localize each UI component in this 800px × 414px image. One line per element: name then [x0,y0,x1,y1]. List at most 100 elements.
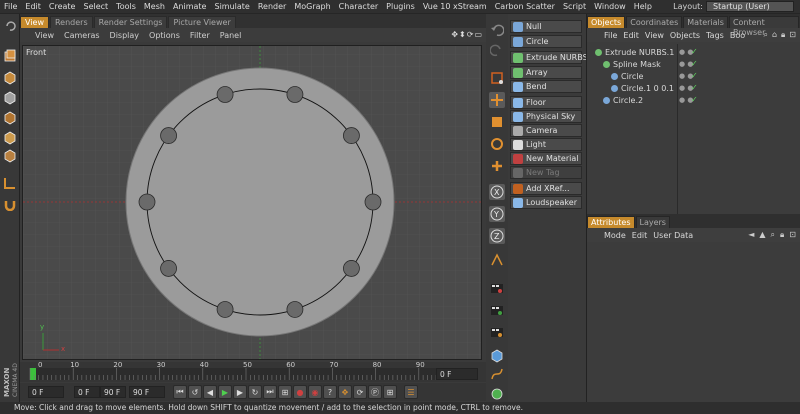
palette-item-new-tag[interactable]: New Tag [510,166,582,179]
move-view-icon[interactable]: ✥ [451,30,458,39]
om-menu-view[interactable]: View [642,31,667,40]
tree-row[interactable]: Circle.1 0 0.1 ● ● ✓ [587,83,800,94]
edges-mode-icon[interactable] [2,148,18,164]
om-search-icon[interactable]: ⌕ [763,30,767,40]
am-lock-icon[interactable]: 🔒︎ [780,230,784,240]
undo-action-icon[interactable] [489,22,505,38]
enabled-check-icon[interactable]: ✓ [691,47,698,56]
tab-renders[interactable]: Renders [49,16,93,28]
move-tool-icon[interactable] [489,92,505,108]
timeline[interactable]: 0 10 20 30 40 50 60 70 80 90 0 F [20,362,486,382]
vp-menu-display[interactable]: Display [105,31,145,40]
recent-tool-icon[interactable] [489,158,505,174]
enabled-check-icon[interactable]: ✓ [691,95,698,104]
prev-key-icon[interactable]: ↺ [188,385,202,399]
palette-item-camera[interactable]: Camera [510,124,582,137]
key-param-icon[interactable]: Ⓟ [368,385,382,399]
cube-object-icon[interactable] [489,348,505,364]
current-frame-field[interactable]: 0 F [436,368,478,380]
play-icon[interactable]: ▶ [218,385,232,399]
om-menu-file[interactable]: File [601,31,620,40]
am-menu-user-data[interactable]: User Data [650,231,696,240]
am-up-icon[interactable]: ▲ [759,230,765,240]
tab-content-browser[interactable]: Content Browser [728,16,799,37]
am-search-icon[interactable]: ⌕ [771,230,775,240]
menu-simulate[interactable]: Simulate [210,2,253,11]
palette-item-floor[interactable]: Floor [510,96,582,109]
am-menu-mode[interactable]: Mode [601,231,629,240]
om-menu-tags[interactable]: Tags [703,31,727,40]
timeline-window-icon[interactable]: ☰ [404,385,418,399]
key-position-icon[interactable]: ✥ [338,385,352,399]
toggle-view-icon[interactable]: ▭ [474,30,482,39]
tree-row[interactable]: Extrude NURBS.1 ● ● ✓ [587,47,800,58]
world-coordinates-icon[interactable] [489,252,505,268]
tab-coordinates[interactable]: Coordinates [626,16,683,28]
palette-item-new-material[interactable]: New Material [510,152,582,165]
vp-menu-options[interactable]: Options [144,31,185,40]
autokey-icon[interactable]: ◉ [308,385,322,399]
record-icon[interactable]: ● [293,385,307,399]
palette-item-null[interactable]: Null [510,20,582,33]
tree-row[interactable]: Spline Mask ● ● ✓ [587,59,800,70]
prev-frame-icon[interactable]: ◀ [203,385,217,399]
redo-action-icon[interactable] [489,42,505,58]
tab-objects[interactable]: Objects [587,16,626,28]
undo-icon[interactable] [2,18,18,34]
snap-icon[interactable] [2,196,18,212]
palette-item-extrude-nurbs[interactable]: Extrude NURBS [510,51,588,64]
enabled-check-icon[interactable]: ✓ [691,59,698,68]
live-selection-icon[interactable] [489,70,505,86]
layout-dropdown[interactable]: Startup (User) [706,1,794,12]
workplane-icon[interactable] [2,175,18,191]
axis-mode-icon[interactable] [2,110,18,126]
y-axis-lock-icon[interactable]: Y [489,206,505,222]
menu-script[interactable]: Script [559,2,590,11]
tree-row[interactable]: Circle.2 ● ● ✓ [587,95,800,106]
x-axis-lock-icon[interactable]: X [489,184,505,200]
loop-icon[interactable]: ⊞ [278,385,292,399]
rotate-tool-icon[interactable] [489,136,505,152]
menu-select[interactable]: Select [79,2,112,11]
menu-help[interactable]: Help [630,2,656,11]
om-menu-bookmarks[interactable]: Boo [727,31,748,40]
om-new-icon[interactable]: ⊡ [789,30,796,40]
range-min-field[interactable]: 0 F [74,386,100,398]
texture-mode-icon[interactable] [2,90,18,106]
menu-mograph[interactable]: MoGraph [290,2,334,11]
keyframe-selection-icon[interactable]: ? [323,385,337,399]
rotate-view-icon[interactable]: ⟳ [467,30,474,39]
om-menu-edit[interactable]: Edit [620,31,642,40]
menu-plugins[interactable]: Plugins [382,2,419,11]
render-picture-viewer-icon[interactable] [489,302,505,318]
tab-render-settings[interactable]: Render Settings [93,16,168,28]
am-menu-edit[interactable]: Edit [629,231,651,240]
palette-item-circle[interactable]: Circle [510,35,582,48]
nurbs-object-icon[interactable] [489,386,505,402]
make-editable-icon[interactable] [2,48,18,64]
om-lock-icon[interactable]: 🔒︎ [781,30,785,40]
next-frame-icon[interactable]: ▶ [233,385,247,399]
menu-vue-xstream[interactable]: Vue 10 xStream [419,2,491,11]
key-rotation-icon[interactable]: ⟳ [353,385,367,399]
tab-view[interactable]: View [20,16,49,28]
tree-row[interactable]: Circle ● ● ✓ [587,71,800,82]
vp-menu-view[interactable]: View [30,31,59,40]
vp-menu-cameras[interactable]: Cameras [59,31,105,40]
tab-attributes[interactable]: Attributes [587,216,635,228]
scale-tool-icon[interactable] [489,114,505,130]
menu-file[interactable]: File [0,2,21,11]
go-to-start-icon[interactable]: ⏮ [173,385,187,399]
menu-tools[interactable]: Tools [112,2,140,11]
z-axis-lock-icon[interactable]: Z [489,228,505,244]
vp-menu-filter[interactable]: Filter [185,31,215,40]
palette-item-bend[interactable]: Bend [510,80,582,93]
go-to-end-icon[interactable]: ⏭ [263,385,277,399]
palette-item-array[interactable]: Array [510,66,582,79]
start-frame-field[interactable]: 0 F [28,386,64,398]
am-back-icon[interactable]: ◄ [748,230,754,240]
vp-menu-panel[interactable]: Panel [215,31,247,40]
om-home-icon[interactable]: ⌂ [772,30,777,40]
next-key-icon[interactable]: ↻ [248,385,262,399]
render-view-icon[interactable] [489,280,505,296]
